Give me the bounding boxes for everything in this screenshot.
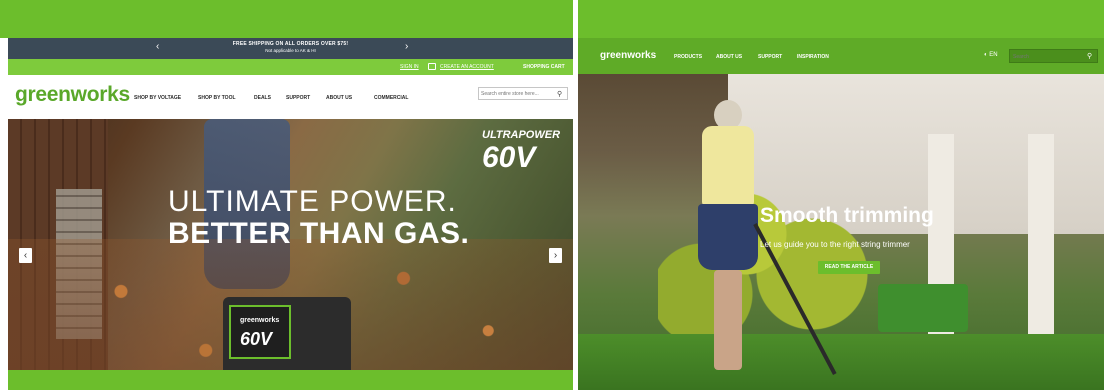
nav-products[interactable]: PRODUCTS	[674, 54, 702, 60]
hero-headline-1: ULTIMATE POWER.	[168, 185, 457, 218]
search-input[interactable]	[481, 90, 553, 98]
language-label: EN	[989, 52, 998, 58]
left-screenshot: ‹ FREE SHIPPING ON ALL ORDERS OVER $75! …	[0, 0, 573, 390]
create-account-link[interactable]: CREATE AN ACCOUNT	[440, 64, 494, 70]
hero-headline-2: BETTER THAN GAS.	[168, 217, 470, 250]
search-icon-right[interactable]: ⚲	[1087, 52, 1092, 60]
main-header: greenworks SHOP BY VOLTAGE SHOP BY TOOL …	[8, 75, 573, 119]
battery-voltage: 60V	[240, 329, 273, 349]
nav-deals[interactable]: DEALS	[254, 95, 271, 101]
woman-shirt	[702, 126, 754, 206]
woman-legs	[714, 270, 742, 370]
hero-subtitle: Let us guide you to the right string tri…	[760, 240, 910, 249]
battery-pack-image: greenworks 60V	[223, 297, 351, 370]
top-green-band-right	[578, 0, 1104, 38]
voltage-badge: 60V	[482, 141, 536, 174]
nav-commercial[interactable]: COMMERCIAL	[374, 95, 408, 101]
greenworks-logo[interactable]: greenworks	[15, 83, 130, 107]
search-input-right[interactable]	[1013, 53, 1083, 61]
nav-about-us[interactable]: ABOUT US	[326, 95, 352, 101]
nav-support-right[interactable]: SUPPORT	[758, 54, 782, 60]
bottom-green-band	[8, 370, 573, 390]
battery-label-panel: greenworks 60V	[229, 305, 291, 359]
nav-shop-by-voltage[interactable]: SHOP BY VOLTAGE	[134, 95, 181, 101]
woman-figure	[696, 100, 766, 370]
hero-banner: ULTIMATE POWER. BETTER THAN GAS. ULTRAPO…	[8, 119, 573, 370]
language-selector[interactable]: ◐ EN	[984, 52, 998, 58]
promo-text: FREE SHIPPING ON ALL ORDERS OVER $75!	[232, 41, 349, 47]
nav-support[interactable]: SUPPORT	[286, 95, 310, 101]
nav-inspiration[interactable]: INSPIRATION	[797, 54, 829, 60]
comparison-stage: ‹ FREE SHIPPING ON ALL ORDERS OVER $75! …	[0, 0, 1104, 390]
wheelbarrow-image	[878, 284, 968, 332]
top-green-band	[0, 0, 573, 38]
lock-icon	[428, 63, 436, 70]
carousel-prev-button[interactable]: ‹	[19, 248, 32, 263]
sign-in-link[interactable]: SIGN IN	[400, 64, 419, 70]
promo-next-arrow[interactable]: ›	[405, 42, 408, 52]
search-box: ⚲	[478, 87, 568, 100]
nav-shop-by-tool[interactable]: SHOP BY TOOL	[198, 95, 236, 101]
greenworks-logo-right[interactable]: greenworks	[600, 50, 656, 61]
ultrapower-label: ULTRAPOWER	[482, 129, 561, 141]
woman-skirt	[698, 204, 758, 270]
search-box-right: ⚲	[1009, 49, 1098, 63]
battery-brand: greenworks	[240, 317, 280, 324]
read-article-button[interactable]: READ THE ARTICLE	[818, 261, 880, 274]
right-screenshot: greenworks PRODUCTS ABOUT US SUPPORT INS…	[578, 0, 1104, 390]
promo-bar: ‹ FREE SHIPPING ON ALL ORDERS OVER $75! …	[8, 38, 573, 59]
shopping-cart-link[interactable]: SHOPPING CART	[523, 64, 565, 70]
porch-pillar	[1028, 134, 1054, 334]
lawn	[578, 334, 1104, 390]
right-header: greenworks PRODUCTS ABOUT US SUPPORT INS…	[578, 38, 1104, 74]
hero-title: Smooth trimming	[760, 204, 934, 227]
promo-subtext: Not applicable to AK & HI	[265, 48, 316, 53]
account-bar: SIGN IN CREATE AN ACCOUNT SHOPPING CART	[8, 59, 573, 75]
hero-banner-right: Smooth trimming Let us guide you to the …	[578, 74, 1104, 390]
search-icon[interactable]: ⚲	[557, 90, 562, 98]
carousel-next-button[interactable]: ›	[549, 248, 562, 263]
nav-about-us-right[interactable]: ABOUT US	[716, 54, 742, 60]
